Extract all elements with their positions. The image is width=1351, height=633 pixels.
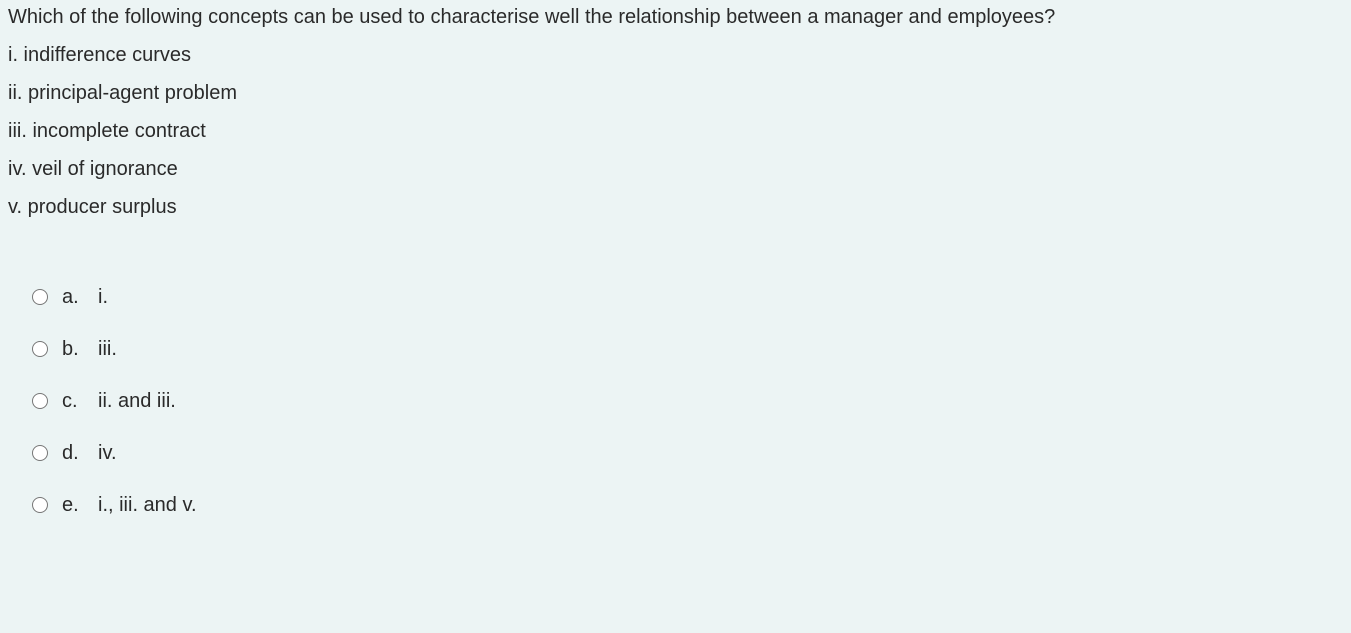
concept-item: v. producer surplus [8,190,1343,222]
option-d[interactable]: d. iv. [32,438,1343,468]
option-text: ii. and iii. [98,386,176,416]
option-letter: e. [62,490,98,520]
options-container: a. i. b. iii. c. ii. and iii. d. iv. e. … [8,282,1343,520]
radio-e[interactable] [32,497,48,513]
concept-list: i. indifference curves ii. principal-age… [8,38,1343,222]
option-b[interactable]: b. iii. [32,334,1343,364]
radio-a[interactable] [32,289,48,305]
radio-d[interactable] [32,445,48,461]
option-a[interactable]: a. i. [32,282,1343,312]
concept-item: iv. veil of ignorance [8,152,1343,184]
radio-c[interactable] [32,393,48,409]
option-letter: c. [62,386,98,416]
question-container: Which of the following concepts can be u… [0,2,1351,520]
option-letter: b. [62,334,98,364]
option-text: iv. [98,438,117,468]
question-prompt: Which of the following concepts can be u… [8,2,1343,32]
option-letter: d. [62,438,98,468]
option-letter: a. [62,282,98,312]
option-e[interactable]: e. i., iii. and v. [32,490,1343,520]
concept-item: i. indifference curves [8,38,1343,70]
concept-item: ii. principal-agent problem [8,76,1343,108]
concept-item: iii. incomplete contract [8,114,1343,146]
option-text: iii. [98,334,117,364]
radio-b[interactable] [32,341,48,357]
option-c[interactable]: c. ii. and iii. [32,386,1343,416]
option-text: i., iii. and v. [98,490,197,520]
option-text: i. [98,282,108,312]
